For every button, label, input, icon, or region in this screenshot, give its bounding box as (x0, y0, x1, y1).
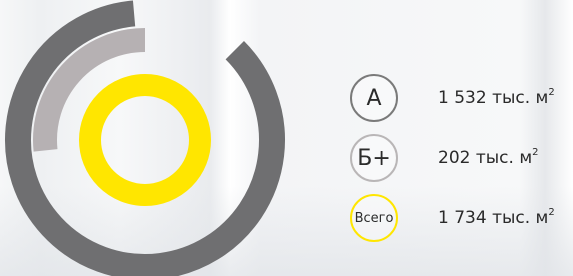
legend-value-total-sup: 2 (548, 207, 555, 218)
legend-value-a-text: 1 532 тыс. м (438, 88, 549, 108)
legend-badge-total: Всего (350, 194, 398, 242)
legend-badge-a: А (350, 74, 398, 122)
concentric-ring-chart (5, 0, 285, 276)
ring-total (79, 74, 211, 206)
legend-value-b-plus: 202 тыс. м2 (438, 147, 539, 168)
legend-value-total: 1 734 тыс. м2 (438, 207, 555, 228)
legend-value-a-sup: 2 (548, 87, 555, 98)
legend-value-b-plus-sup: 2 (532, 147, 539, 158)
legend-badge-b-plus: Б+ (350, 134, 398, 182)
legend-value-total-text: 1 734 тыс. м (438, 208, 549, 228)
legend-item-b-plus: Б+ 202 тыс. м2 (350, 134, 539, 182)
legend-item-total: Всего 1 734 тыс. м2 (350, 194, 555, 242)
legend-item-a: А 1 532 тыс. м2 (350, 74, 555, 122)
legend-value-b-plus-text: 202 тыс. м (438, 148, 533, 168)
legend-value-a: 1 532 тыс. м2 (438, 87, 555, 108)
